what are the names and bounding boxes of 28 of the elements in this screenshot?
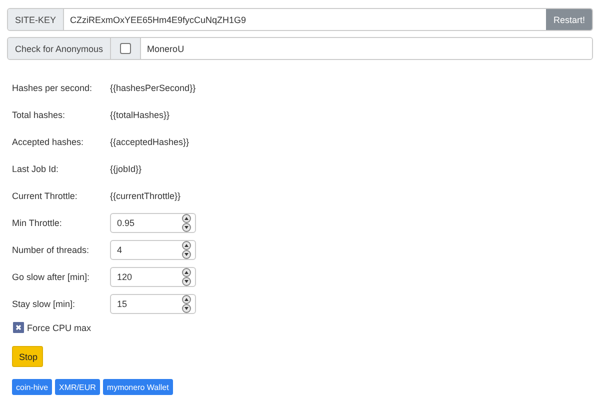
link-button[interactable]: XMR/EUR [55, 379, 100, 395]
spinner-icon[interactable] [182, 268, 191, 286]
number-field[interactable]: 120 [110, 266, 196, 286]
number-field[interactable]: 15 [110, 294, 196, 314]
force-cpu-label: Force CPU max [27, 322, 92, 332]
stat-value: {{totalHashes}} [110, 110, 170, 120]
number-field[interactable]: 0.95 [110, 212, 196, 232]
stop-button[interactable]: Stop [12, 346, 43, 367]
stat-label: Accepted hashes: [12, 136, 85, 146]
setting-label: Stay slow [min]: [12, 298, 76, 308]
stat-label: Current Throttle: [12, 190, 78, 200]
spinner-icon[interactable] [182, 294, 191, 312]
link-button[interactable]: coin-hive [12, 379, 52, 395]
setting-label: Min Throttle: [12, 218, 63, 228]
setting-label: Number of threads: [12, 244, 90, 254]
stat-label: Hashes per second: [12, 82, 94, 92]
stat-value: {{currentThrottle}} [110, 190, 181, 200]
setting-label: Go slow after [min]: [12, 272, 91, 282]
spinner-icon[interactable] [182, 240, 191, 258]
stat-value: {{acceptedHashes}} [110, 136, 190, 146]
stat-label: Last Job Id: [12, 164, 60, 174]
force-cpu-checkbox[interactable] [13, 322, 24, 333]
number-field[interactable]: 4 [110, 240, 196, 260]
stat-value: {{jobId}} [110, 164, 142, 174]
link-button[interactable]: mymonero Wallet [102, 379, 173, 395]
spinner-icon[interactable] [182, 214, 191, 232]
stat-value: {{hashesPerSecond}} [110, 82, 196, 92]
stat-label: Total hashes: [12, 110, 66, 120]
